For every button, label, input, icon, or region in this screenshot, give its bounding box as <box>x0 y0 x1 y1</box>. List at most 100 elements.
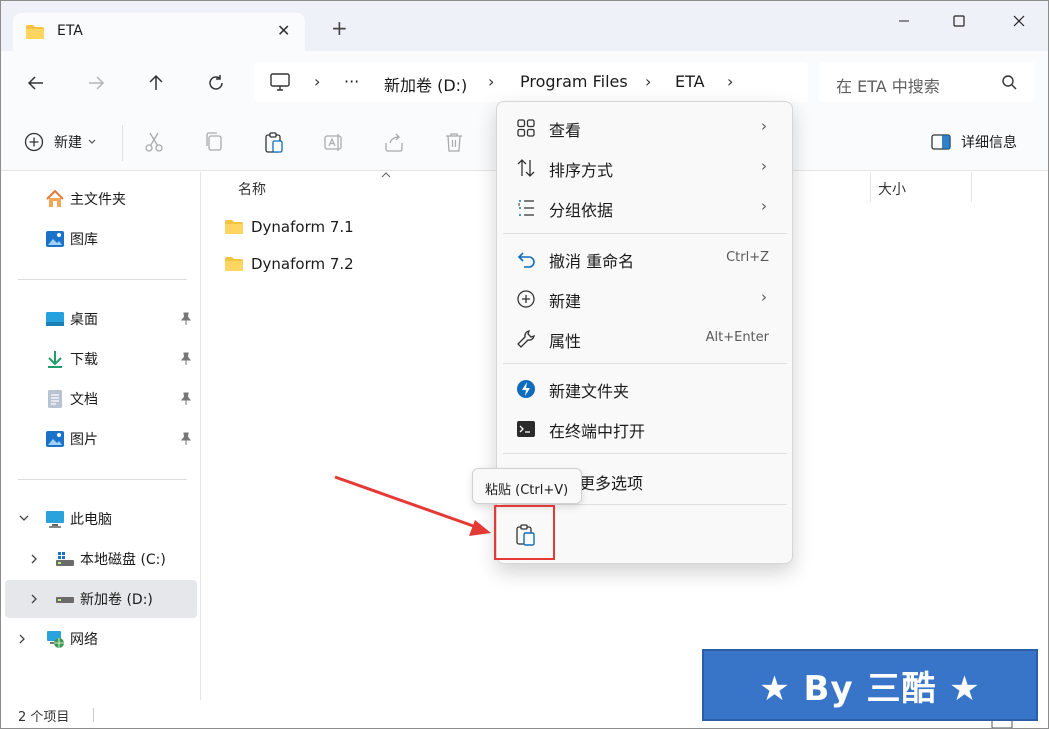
refresh-button[interactable] <box>204 71 228 95</box>
rename-button[interactable] <box>323 130 345 154</box>
arrow-up-icon <box>149 74 163 90</box>
menu-item-group[interactable]: 分组依据 › <box>503 188 787 226</box>
pin-icon <box>180 392 192 405</box>
terminal-icon <box>515 418 537 440</box>
search-box[interactable]: 在 ETA 中搜索 <box>819 62 1035 102</box>
list-item[interactable]: Dynaform 7.2 <box>224 249 354 279</box>
menu-item-properties[interactable]: 属性 Alt+Enter <box>503 319 787 357</box>
copy-button[interactable] <box>203 130 225 154</box>
menu-item-sort[interactable]: 排序方式 › <box>503 148 787 186</box>
arrow-left-icon <box>27 76 43 90</box>
delete-button[interactable] <box>443 130 465 154</box>
cut-button[interactable] <box>143 130 165 154</box>
tab-close-icon[interactable]: ✕ <box>277 21 290 40</box>
folder-icon <box>26 25 44 39</box>
menu-item-label: 新建文件夹 <box>549 382 630 401</box>
close-window-button[interactable] <box>999 9 1039 33</box>
menu-item-label: 排序方式 <box>549 161 614 180</box>
chevron-down-icon[interactable] <box>19 515 29 523</box>
column-divider <box>971 172 972 202</box>
details-pane-label: 详细信息 <box>961 135 1017 151</box>
paste-button[interactable] <box>263 130 285 154</box>
sidebar-item-label: 图片 <box>70 432 98 448</box>
rename-icon <box>324 134 342 151</box>
sidebar-item-desktop[interactable]: 桌面 <box>5 300 197 338</box>
chevron-right-icon[interactable] <box>31 554 39 564</box>
clipboard-icon <box>265 132 283 153</box>
undo-icon <box>515 248 537 270</box>
breadcrumb-program-files[interactable]: Program Files <box>520 72 628 91</box>
column-header-name[interactable]: 名称 <box>238 179 266 199</box>
chevron-right-icon: › <box>761 157 767 175</box>
sidebar-item-downloads[interactable]: 下载 <box>5 340 197 378</box>
breadcrumb-separator[interactable]: › <box>314 72 320 91</box>
new-button[interactable]: 新建 <box>24 130 96 154</box>
menu-item-new[interactable]: 新建 › <box>503 279 787 317</box>
address-bar[interactable]: › ··· 新加卷 (D:) › Program Files › ETA › <box>254 62 808 102</box>
column-header-size[interactable]: 大小 <box>878 179 906 199</box>
menu-item-open-terminal[interactable]: 在终端中打开 <box>503 409 787 447</box>
maximize-button[interactable] <box>939 9 979 33</box>
toolbar-divider <box>122 125 123 161</box>
gallery-icon <box>45 229 65 249</box>
menu-item-label: 查看 <box>549 121 582 140</box>
chevron-right-icon[interactable] <box>31 594 39 604</box>
sidebar-item-label: 此电脑 <box>70 512 112 528</box>
chevron-right-icon: › <box>761 197 767 215</box>
search-placeholder: 在 ETA 中搜索 <box>836 77 940 96</box>
sidebar-item-drive-d[interactable]: 新加卷 (D:) <box>5 580 197 618</box>
menu-divider <box>503 363 787 364</box>
breadcrumb-drive-d[interactable]: 新加卷 (D:) <box>384 72 467 96</box>
folder-icon <box>225 257 243 271</box>
sidebar-item-pictures[interactable]: 图片 <box>5 420 197 458</box>
sidebar-item-this-pc[interactable]: 此电脑 <box>5 500 197 538</box>
up-button[interactable] <box>144 71 168 95</box>
pin-icon <box>180 432 192 445</box>
menu-divider <box>503 453 787 454</box>
status-divider <box>93 708 94 722</box>
sidebar-item-label: 主文件夹 <box>70 192 126 208</box>
breadcrumb-separator[interactable]: › <box>727 72 733 91</box>
chevron-right-icon: › <box>761 117 767 135</box>
scissors-icon <box>145 132 163 152</box>
forward-button[interactable] <box>84 71 108 95</box>
minimize-button[interactable] <box>884 9 924 33</box>
share-button[interactable] <box>383 130 405 154</box>
sidebar-divider <box>18 279 187 280</box>
group-icon <box>515 197 537 219</box>
share-icon <box>385 133 403 152</box>
sidebar-item-network[interactable]: 网络 <box>5 620 197 658</box>
refresh-icon <box>209 75 223 90</box>
breadcrumb-separator[interactable]: › <box>645 72 651 91</box>
drive-icon <box>55 589 75 609</box>
menu-item-label: 更多选项 <box>579 474 644 493</box>
column-divider <box>870 172 871 202</box>
menu-item-view[interactable]: 查看 › <box>503 108 787 146</box>
copy-icon <box>206 132 222 151</box>
details-pane-button[interactable]: 详细信息 <box>931 130 1017 154</box>
sidebar-item-gallery[interactable]: 图库 <box>5 220 197 258</box>
paste-tooltip: 粘贴 (Ctrl+V) <box>472 468 582 504</box>
list-item[interactable]: Dynaform 7.1 <box>224 212 354 242</box>
breadcrumb-eta[interactable]: ETA <box>675 72 705 91</box>
title-bar: ETA ✕ + <box>1 1 1048 51</box>
sort-icon <box>515 157 537 179</box>
breadcrumb-more[interactable]: ··· <box>344 72 359 91</box>
home-icon <box>45 189 65 209</box>
sidebar-item-documents[interactable]: 文档 <box>5 380 197 418</box>
back-button[interactable] <box>24 71 48 95</box>
paste-icon[interactable] <box>515 523 537 547</box>
menu-item-new-folder[interactable]: 新建文件夹 <box>503 369 787 407</box>
breadcrumb-separator[interactable]: › <box>488 72 494 91</box>
chevron-right-icon[interactable] <box>19 634 27 644</box>
maximize-icon <box>953 15 965 27</box>
sidebar-item-home[interactable]: 主文件夹 <box>5 180 197 218</box>
sidebar-item-drive-c[interactable]: 本地磁盘 (C:) <box>5 540 197 578</box>
menu-item-label: 分组依据 <box>549 201 614 220</box>
tab-eta[interactable]: ETA ✕ <box>13 13 305 51</box>
new-tab-button[interactable]: + <box>331 18 348 38</box>
sidebar-item-label: 本地磁盘 (C:) <box>80 552 166 568</box>
menu-item-undo-rename[interactable]: 撤消 重命名 Ctrl+Z <box>503 239 787 277</box>
menu-item-label: 在终端中打开 <box>549 422 646 441</box>
chevron-down-icon <box>88 139 96 144</box>
